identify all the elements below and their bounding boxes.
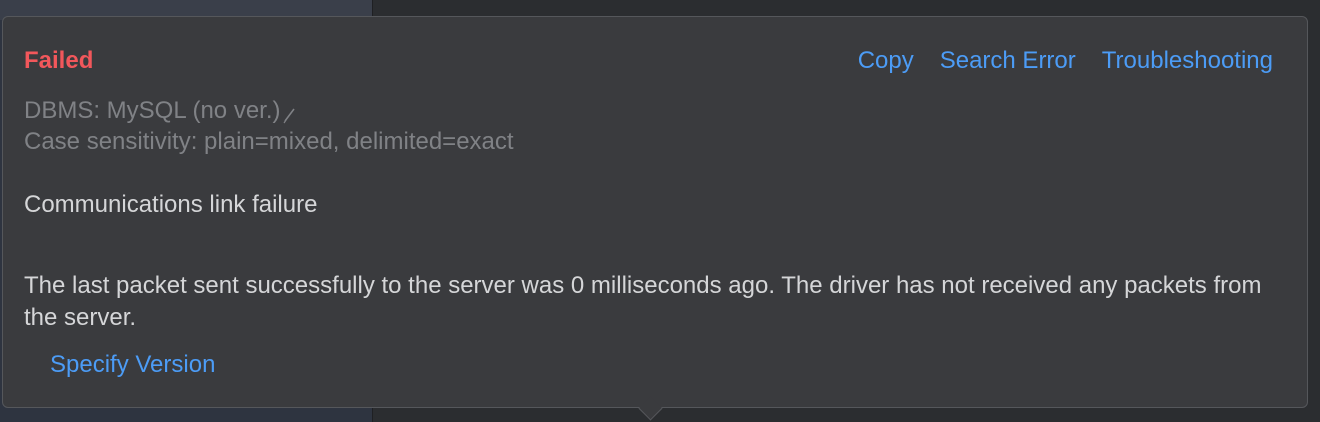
error-title: Communications link failure (24, 191, 318, 218)
edit-icon[interactable] (283, 101, 297, 123)
troubleshooting-link[interactable]: Troubleshooting (1102, 47, 1273, 75)
connection-meta: DBMS: MySQL (no ver.) Case sensitivity: … (24, 95, 514, 157)
specify-version-link[interactable]: Specify Version (50, 351, 215, 379)
dbms-label: DBMS: MySQL (no ver.) (24, 97, 281, 124)
case-sensitivity-line: Case sensitivity: plain=mixed, delimited… (24, 128, 514, 155)
search-error-link[interactable]: Search Error (940, 47, 1076, 75)
copy-link[interactable]: Copy (858, 47, 914, 75)
status-label: Failed (24, 47, 94, 74)
popup-actions: Copy Search Error Troubleshooting (858, 47, 1273, 75)
connection-test-popup: Failed Copy Search Error Troubleshooting… (2, 16, 1308, 408)
error-detail: The last packet sent successfully to the… (24, 272, 1262, 331)
dbms-line: DBMS: MySQL (no ver.) (24, 95, 514, 126)
